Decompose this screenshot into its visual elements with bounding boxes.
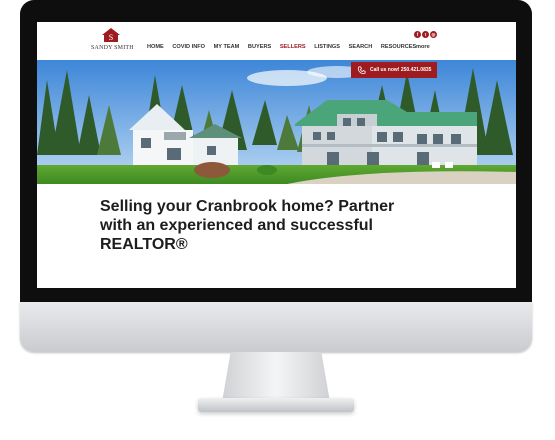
logo-text: SANDY SMITH	[91, 45, 134, 51]
nav-item-search[interactable]: SEARCH	[349, 44, 373, 50]
site-logo[interactable]: S SANDY SMITH	[91, 28, 134, 56]
phone-icon	[357, 65, 366, 74]
nav-item-buyers[interactable]: BUYERS	[248, 44, 271, 50]
house-photo	[37, 60, 516, 184]
hero-image: Call us now! 250.421.0835	[37, 60, 516, 184]
social-links: f t ◎	[414, 31, 437, 38]
more-link[interactable]: more	[416, 44, 430, 50]
monitor-stand-base	[198, 398, 354, 412]
call-us-button[interactable]: Call us now! 250.421.0835	[351, 62, 437, 78]
call-us-text: Call us now! 250.421.0835	[370, 67, 432, 73]
nav-item-home[interactable]: HOME	[147, 44, 164, 50]
monitor-stand	[222, 352, 330, 402]
page-headline: Selling your Cranbrook home? Partner wit…	[100, 198, 395, 253]
instagram-icon[interactable]: ◎	[430, 31, 437, 38]
nav-item-listings[interactable]: LISTINGS	[314, 44, 340, 50]
twitter-icon[interactable]: t	[422, 31, 429, 38]
main-nav: HOME COVID INFO MY TEAM BUYERS SELLERS L…	[147, 44, 425, 50]
nav-item-resources[interactable]: RESOURCES	[381, 44, 416, 50]
nav-item-sellers[interactable]: SELLERS	[280, 44, 306, 50]
svg-text:S: S	[109, 33, 113, 42]
website-screen: S SANDY SMITH HOME COVID INFO MY TEAM BU…	[37, 22, 516, 288]
nav-item-covid-info[interactable]: COVID INFO	[172, 44, 205, 50]
facebook-icon[interactable]: f	[414, 31, 421, 38]
house-logo-icon: S	[102, 28, 120, 42]
nav-item-my-team[interactable]: MY TEAM	[214, 44, 240, 50]
monitor-chin	[20, 302, 532, 352]
